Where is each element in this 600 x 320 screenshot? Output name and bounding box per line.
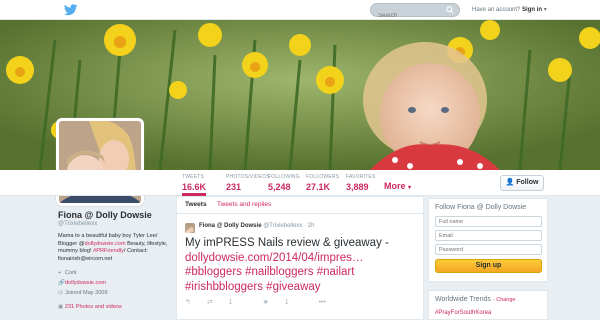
tweet-author-handle[interactable]: @Trixiebellexx · 2h xyxy=(263,223,314,229)
favorite-count: 1 xyxy=(284,299,289,306)
profile-location: ⌖ Cork xyxy=(58,268,170,278)
tweet[interactable]: Fiona @ Dolly Dowsie @Trixiebellexx · 2h… xyxy=(177,214,423,320)
more-label: More xyxy=(384,181,406,191)
search-icon[interactable] xyxy=(446,6,454,14)
tweet-author-name[interactable]: Fiona @ Dolly Dowsie xyxy=(199,223,262,229)
retweet-icon: ⇄ xyxy=(206,299,213,306)
profile-joined: ◷ Joined May 2009 xyxy=(58,288,170,298)
signup-title: Follow Fiona @ Dolly Dowsie xyxy=(435,204,527,211)
website-link[interactable]: dollydowsie.com xyxy=(65,280,106,286)
stat-following[interactable]: FOLLOWING 5,248 xyxy=(268,174,300,192)
retweet-count: 1 xyxy=(228,299,233,306)
trend-item[interactable]: #PrayForSouthKorea xyxy=(435,310,541,316)
trends-title-text: Worldwide Trends xyxy=(435,296,491,303)
tweet-text: My imPRESS Nails review & giveaway - dol… xyxy=(185,236,419,294)
account-prompt: Have an account? Sign in ▾ xyxy=(472,6,547,13)
favorite-action[interactable]: ★ 1 xyxy=(263,298,303,306)
calendar-icon: ◷ xyxy=(58,290,63,296)
location-pin-icon: ⌖ xyxy=(58,270,62,276)
retweet-action[interactable]: ⇄ 1 xyxy=(207,298,247,306)
search-box[interactable] xyxy=(370,3,460,22)
photos-videos-link[interactable]: ▣ 231 Photos and videos xyxy=(58,304,170,310)
stat-value: 231 xyxy=(226,182,242,192)
trends-title: Worldwide Trends · Change xyxy=(435,296,541,303)
bio-link-website[interactable]: dollydowsie.com xyxy=(85,241,126,247)
tab-tweets-and-replies[interactable]: Tweets and replies xyxy=(217,201,271,208)
stat-value: 3,889 xyxy=(346,182,369,192)
email-field[interactable] xyxy=(435,230,542,241)
tweet-link[interactable]: dollydowsie.com/2014/04/impres… xyxy=(185,252,363,264)
tweet-header: Fiona @ Dolly Dowsie @Trixiebellexx · 2h xyxy=(199,223,314,229)
profile-card: Fiona @ Dolly Dowsie @Trixiebellexx Mama… xyxy=(58,210,170,310)
twitter-bird-icon[interactable] xyxy=(64,4,78,16)
profile-website: 🔗dollydowsie.com xyxy=(58,278,170,288)
stat-followers[interactable]: FOLLOWERS 27.1K xyxy=(306,174,339,192)
stat-label: FAVORITES xyxy=(346,174,376,180)
trends-box: Worldwide Trends · Change #PrayForSouthK… xyxy=(428,290,548,320)
stat-label: FOLLOWING xyxy=(268,174,300,180)
tweet-avatar[interactable] xyxy=(185,223,195,233)
stat-value: 16.6K xyxy=(182,182,207,192)
stat-label: FOLLOWERS xyxy=(306,174,340,180)
joined-text: Joined May 2009 xyxy=(65,290,108,296)
follow-button[interactable]: 👤 Follow xyxy=(500,175,544,191)
tweet-hashtags[interactable]: #bbloggers #nailbloggers #nailart #irish… xyxy=(185,266,354,293)
follow-label: Follow xyxy=(516,179,539,186)
password-field[interactable] xyxy=(435,244,542,255)
bio-link-hashtag[interactable]: #PRFriendly xyxy=(93,248,124,254)
stat-value: 5,248 xyxy=(268,182,291,192)
more-menu[interactable]: More ▾ xyxy=(384,181,411,191)
trends-change-link[interactable]: · Change xyxy=(493,297,516,303)
more-options-icon[interactable]: ••• xyxy=(319,299,326,306)
profile-meta: ⌖ Cork 🔗dollydowsie.com ◷ Joined May 2009 xyxy=(58,268,170,298)
stat-value: 27.1K xyxy=(306,182,331,192)
photos-link-label: 231 Photos and videos xyxy=(64,304,122,310)
signup-button[interactable]: Sign up xyxy=(435,259,542,273)
timeline: Tweets Tweets and replies Fiona @ Dolly … xyxy=(176,196,424,320)
link-icon: 🔗 xyxy=(58,280,65,286)
camera-icon: ▣ xyxy=(58,304,64,310)
fullname-field[interactable] xyxy=(435,216,542,227)
add-user-icon: 👤 xyxy=(505,179,515,186)
tweet-text-plain: My imPRESS Nails review & giveaway - xyxy=(185,237,389,249)
account-text: Have an account? xyxy=(472,7,521,13)
tweet-actions: ↰ ⇄ 1 ★ 1 ••• xyxy=(185,298,340,306)
stat-label: TWEETS xyxy=(182,174,205,180)
signup-box: Follow Fiona @ Dolly Dowsie Sign up xyxy=(428,198,548,282)
profile-name[interactable]: Fiona @ Dolly Dowsie xyxy=(58,210,170,220)
profile-handle[interactable]: @Trixiebellexx xyxy=(58,221,170,227)
chevron-down-icon[interactable]: ▾ xyxy=(544,7,547,13)
location-text: Cork xyxy=(65,270,77,276)
top-bar: Have an account? Sign in ▾ xyxy=(0,0,600,22)
timeline-tabs: Tweets Tweets and replies xyxy=(177,197,423,214)
reply-icon[interactable]: ↰ xyxy=(185,298,191,306)
stat-favorites[interactable]: FAVORITES 3,889 xyxy=(346,174,376,192)
profile-nav-bar: TWEETS 16.6K PHOTOS/VIDEOS 231 FOLLOWING… xyxy=(0,170,600,196)
stat-label: PHOTOS/VIDEOS xyxy=(226,174,270,180)
signin-link[interactable]: Sign in xyxy=(522,7,542,13)
stat-tweets[interactable]: TWEETS 16.6K xyxy=(182,174,207,196)
tab-tweets[interactable]: Tweets xyxy=(185,201,207,208)
chevron-down-icon: ▾ xyxy=(408,185,412,191)
profile-bio: Mama to a beautiful baby boy Tyler Lee/ … xyxy=(58,233,170,263)
stat-photos-videos[interactable]: PHOTOS/VIDEOS 231 xyxy=(226,174,270,192)
star-icon: ★ xyxy=(262,299,269,306)
tweet-avatar-photo xyxy=(185,226,195,233)
